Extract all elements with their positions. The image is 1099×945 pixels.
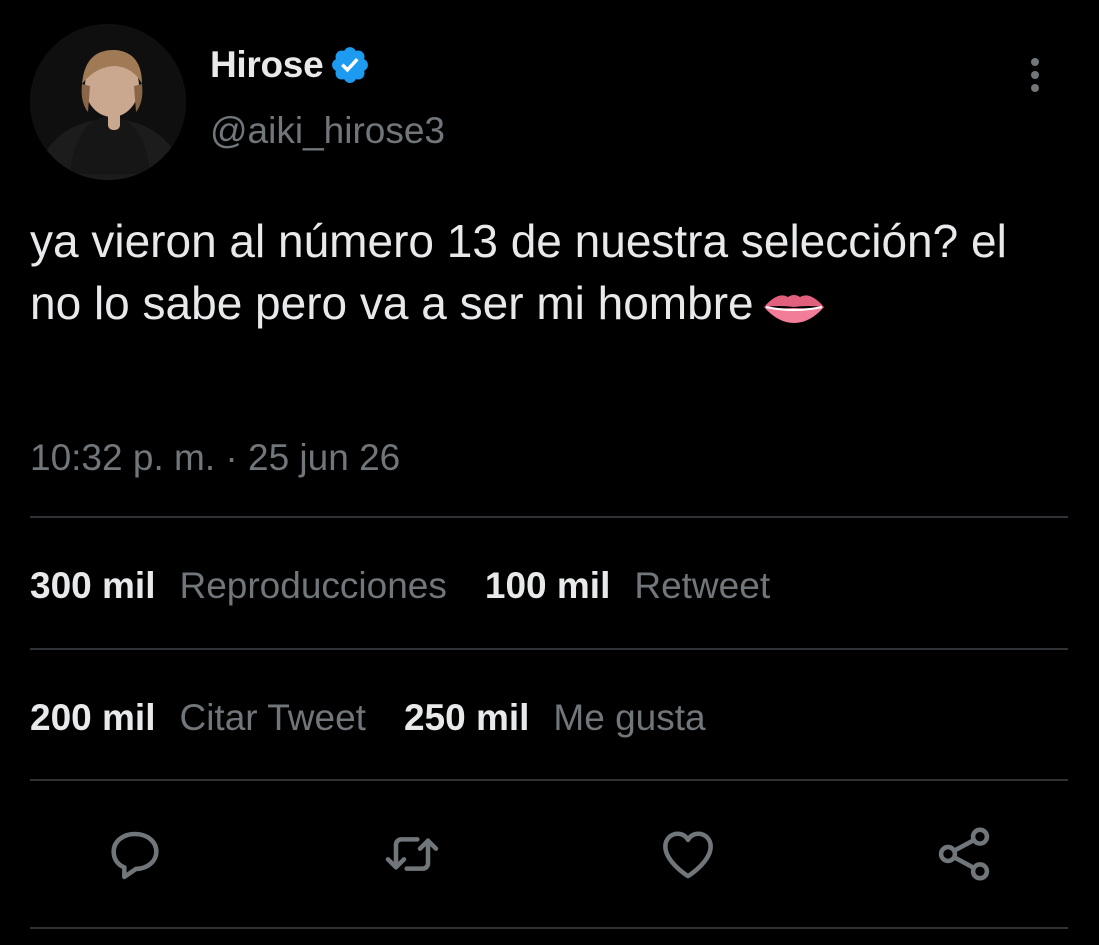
stats-row-1: 300 mil Reproducciones 100 mil Retweet	[30, 565, 808, 607]
divider	[30, 648, 1068, 650]
divider	[30, 516, 1068, 518]
likes-count[interactable]: 250 mil	[404, 697, 529, 739]
lips-emoji-icon	[763, 294, 824, 323]
tweet-timestamp[interactable]: 10:32 p. m. · 25 jun 26	[30, 437, 400, 479]
quote-label[interactable]: Citar Tweet	[179, 697, 365, 739]
share-button[interactable]	[932, 822, 996, 886]
views-count: 300 mil	[30, 565, 156, 606]
like-icon	[663, 831, 713, 879]
reply-icon	[111, 831, 159, 880]
like-button[interactable]	[656, 822, 720, 886]
more-options-icon[interactable]	[1020, 56, 1050, 96]
divider	[30, 927, 1068, 929]
author-display-name[interactable]: Hirose	[210, 44, 324, 86]
likes-label[interactable]: Me gusta	[553, 697, 705, 739]
retweet-count[interactable]: 100 mil	[485, 565, 610, 607]
author-handle[interactable]: @aiki_hirose3	[210, 110, 445, 152]
tweet-text: ya vieron al número 13 de nuestra selecc…	[30, 210, 1050, 334]
quote-count[interactable]: 200 mil	[30, 697, 155, 739]
share-icon	[938, 827, 990, 881]
divider	[30, 779, 1068, 781]
stats-row-2: 200 mil Citar Tweet 250 mil Me gusta	[30, 697, 744, 739]
retweet-button[interactable]	[380, 822, 444, 886]
reply-button[interactable]	[103, 822, 167, 886]
avatar[interactable]	[30, 24, 186, 180]
views-label: Reproducciones	[179, 565, 447, 606]
retweet-label[interactable]: Retweet	[634, 565, 770, 607]
author-name-row[interactable]: Hirose	[210, 44, 371, 86]
retweet-icon	[385, 837, 439, 871]
verified-badge-icon	[332, 47, 369, 83]
tweet-body: ya vieron al número 13 de nuestra selecc…	[30, 215, 1007, 329]
